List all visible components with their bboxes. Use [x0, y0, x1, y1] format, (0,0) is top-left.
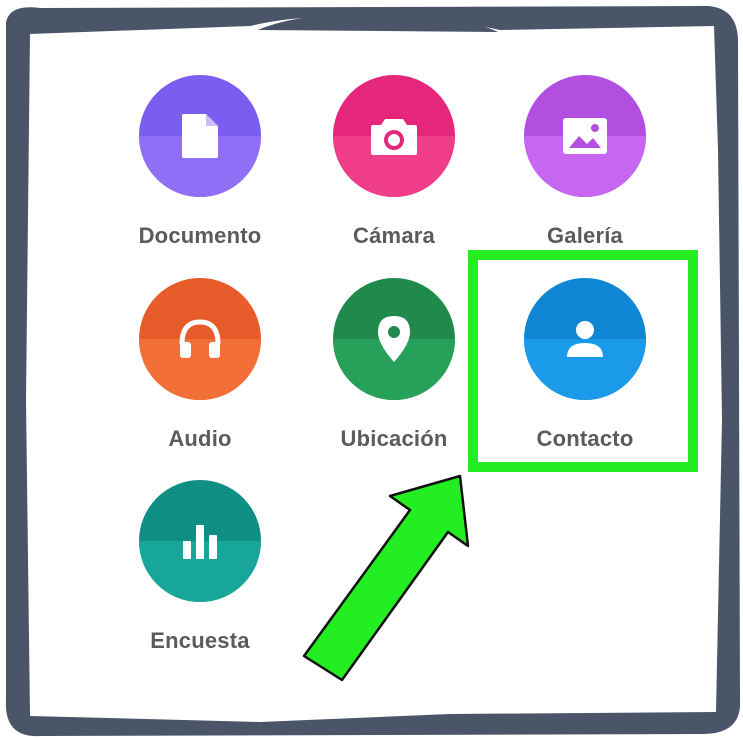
- attach-option-location[interactable]: Ubicación: [304, 278, 484, 468]
- audio-button-circle[interactable]: [139, 278, 261, 400]
- poll-chart-icon: [183, 525, 217, 559]
- location-label: Ubicación: [340, 426, 448, 451]
- attach-option-audio[interactable]: Audio: [110, 278, 290, 468]
- gallery-button-circle[interactable]: [524, 75, 646, 197]
- audio-label: Audio: [168, 426, 232, 451]
- document-icon: [182, 114, 218, 158]
- pointer-arrow-icon: [302, 474, 470, 682]
- gallery-icon: [563, 118, 607, 154]
- attach-option-camera[interactable]: Cámara: [304, 75, 484, 265]
- camera-button-circle[interactable]: [333, 75, 455, 197]
- document-button-circle[interactable]: [139, 75, 261, 197]
- location-pin-icon: [378, 316, 410, 362]
- attach-option-poll[interactable]: Encuesta: [110, 480, 290, 670]
- poll-button-circle[interactable]: [139, 480, 261, 602]
- location-button-circle[interactable]: [333, 278, 455, 400]
- attach-option-gallery[interactable]: Galería: [495, 75, 675, 265]
- poll-label: Encuesta: [150, 628, 250, 653]
- camera-icon: [371, 119, 417, 155]
- contact-person-icon: [567, 321, 603, 357]
- camera-label: Cámara: [353, 223, 435, 248]
- headphones-icon: [179, 319, 221, 358]
- attach-option-document[interactable]: Documento: [110, 75, 290, 265]
- document-label: Documento: [138, 223, 262, 248]
- gallery-label: Galería: [546, 223, 623, 248]
- contact-highlight-box: [468, 250, 698, 472]
